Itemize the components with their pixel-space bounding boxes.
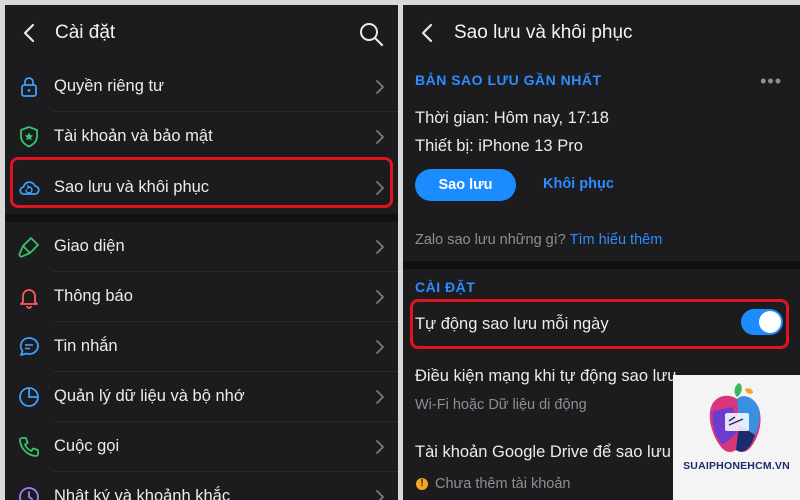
- time-label: Thời gian:: [415, 109, 490, 127]
- apple-logo-icon: [709, 383, 761, 452]
- settings-item-diary-moments[interactable]: Nhật ký và khoảnh khắc: [5, 472, 398, 500]
- paint-brush-icon: [18, 237, 39, 258]
- settings-item-privacy[interactable]: Quyền riêng tư: [5, 62, 398, 112]
- learn-more-link[interactable]: Tìm hiểu thêm: [570, 232, 663, 248]
- what-backup-info: Zalo sao lưu những gì? Tìm hiểu thêm: [415, 232, 662, 248]
- backup-device: Thiết bị: iPhone 13 Pro: [415, 137, 583, 156]
- pie-chart-icon: [19, 387, 39, 407]
- phone-icon: [19, 437, 39, 457]
- latest-backup-header: BẢN SAO LƯU GẦN NHẤT: [415, 72, 602, 88]
- search-icon[interactable]: [358, 21, 384, 47]
- lock-icon: [21, 77, 37, 97]
- settings-item-messages[interactable]: Tin nhắn: [5, 322, 398, 372]
- time-value: Hôm nay, 17:18: [493, 109, 609, 127]
- network-condition-label[interactable]: Điều kiện mạng khi tự động sao lưu: [415, 367, 677, 386]
- section-divider: [403, 261, 800, 269]
- settings-item-label: Nhật ký và khoảnh khắc: [54, 487, 231, 500]
- chevron-right-icon: [376, 80, 384, 94]
- settings-item-label: Quyền riêng tư: [54, 77, 165, 95]
- chevron-right-icon: [376, 490, 384, 500]
- back-arrow-icon[interactable]: [417, 22, 439, 44]
- watermark-text: SUAIPHONEHCM.VN: [683, 460, 790, 472]
- device-value: iPhone 13 Pro: [478, 137, 583, 155]
- backup-header: Sao lưu và khôi phục: [403, 5, 800, 62]
- settings-item-appearance[interactable]: Giao diện: [5, 222, 398, 272]
- highlight-box: [10, 157, 393, 208]
- device-label: Thiết bị:: [415, 137, 474, 155]
- back-arrow-icon[interactable]: [19, 22, 41, 44]
- settings-item-notifications[interactable]: Thông báo: [5, 272, 398, 322]
- settings-item-label: Giao diện: [54, 237, 125, 255]
- page-title: Cài đặt: [55, 22, 116, 43]
- settings-screen: Cài đặt Quyền riêng tư Tài khoản và bảo …: [5, 5, 398, 500]
- backup-time: Thời gian: Hôm nay, 17:18: [415, 109, 609, 128]
- google-drive-label[interactable]: Tài khoản Google Drive để sao lưu ảnh: [415, 443, 703, 462]
- chevron-right-icon: [376, 240, 384, 254]
- settings-item-label: Thông báo: [54, 287, 133, 305]
- restore-button[interactable]: Khôi phục: [543, 176, 614, 192]
- settings-item-calls[interactable]: Cuộc gọi: [5, 422, 398, 472]
- chevron-right-icon: [376, 390, 384, 404]
- bell-icon: [20, 289, 38, 309]
- settings-item-data-storage[interactable]: Quản lý dữ liệu và bộ nhớ: [5, 372, 398, 422]
- settings-item-label: Cuộc gọi: [54, 437, 120, 455]
- settings-item-account-security[interactable]: Tài khoản và bảo mật: [5, 112, 398, 162]
- watermark-logo: SUAIPHONEHCM.VN: [673, 375, 800, 500]
- more-options-icon[interactable]: •••: [760, 71, 782, 92]
- warning-icon: !: [416, 478, 428, 490]
- chevron-right-icon: [376, 130, 384, 144]
- settings-section-header: CÀI ĐẶT: [415, 279, 476, 295]
- network-condition-value: Wi-Fi hoặc Dữ liệu di động: [415, 397, 587, 413]
- page-title: Sao lưu và khôi phục: [454, 22, 633, 43]
- section-divider: [5, 214, 398, 222]
- settings-item-label: Quản lý dữ liệu và bộ nhớ: [54, 387, 245, 405]
- chevron-right-icon: [376, 340, 384, 354]
- backup-button[interactable]: Sao lưu: [415, 169, 516, 201]
- google-drive-value: Chưa thêm tài khoản: [435, 476, 571, 492]
- chevron-right-icon: [376, 440, 384, 454]
- what-backup-text: Zalo sao lưu những gì?: [415, 232, 566, 248]
- chevron-right-icon: [376, 290, 384, 304]
- highlight-box: [410, 299, 789, 349]
- settings-item-label: Tin nhắn: [54, 337, 118, 355]
- shield-icon: [20, 126, 38, 148]
- chat-bubble-icon: [19, 337, 39, 356]
- clock-icon: [19, 487, 39, 500]
- settings-header: Cài đặt: [5, 5, 398, 62]
- settings-item-label: Tài khoản và bảo mật: [54, 127, 213, 145]
